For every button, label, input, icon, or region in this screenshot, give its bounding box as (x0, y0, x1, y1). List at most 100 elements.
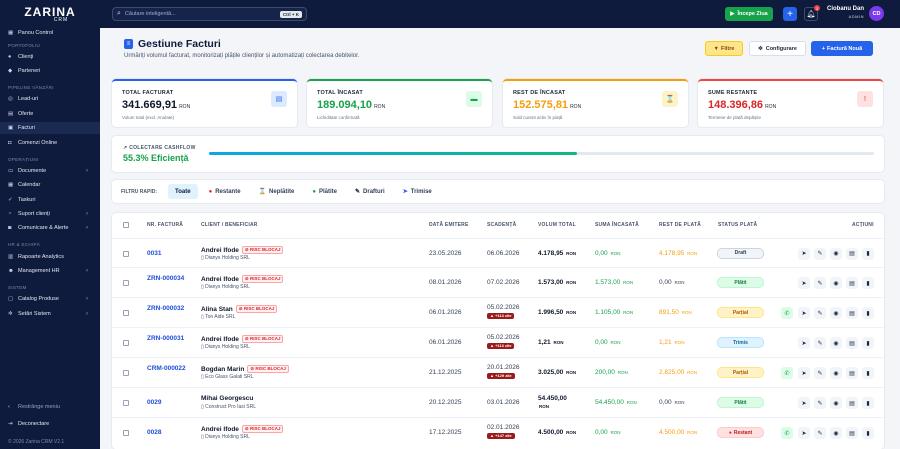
view-button[interactable]: ◉ (830, 247, 842, 260)
sidebar-item-oferte[interactable]: ▤ Oferte (0, 108, 100, 120)
configure-button[interactable]: ✲ Configurare (749, 41, 806, 56)
col-header-total[interactable]: VOLUM TOTAL (538, 222, 576, 228)
sidebar-item-setari-sistem[interactable]: ✲ Setări Sistem › (0, 308, 100, 320)
edit-button[interactable]: ✎ (814, 277, 826, 289)
view-button[interactable]: ◉ (830, 397, 842, 409)
row-checkbox[interactable] (123, 280, 129, 286)
row-checkbox[interactable] (123, 340, 129, 346)
sidebar-item-comunicare-alerte[interactable]: ◙ Comunicare & Alerte › (0, 222, 100, 234)
table-row[interactable]: ZRN-000034 Andrei Ifode ⊘ RISC BLOCAJ ▯ Dia… (112, 267, 884, 297)
pdf-button[interactable]: ▤ (846, 277, 858, 289)
pdf-button[interactable]: ▤ (846, 337, 858, 349)
sidebar-item-documente[interactable]: ▭ Documente › (0, 165, 100, 177)
pdf-button[interactable]: ▤ (846, 307, 858, 319)
whatsapp-button[interactable]: ✆ (781, 367, 793, 379)
edit-button[interactable]: ✎ (814, 367, 826, 379)
sidebar-item-panou-control[interactable]: ▦ Panou Control (0, 27, 100, 39)
col-header-paid[interactable]: SUMA ÎNCASATĂ (595, 222, 639, 228)
sidebar-item-clienti[interactable]: ● Clienți (0, 51, 100, 63)
avatar[interactable]: CD (869, 6, 884, 21)
send-button[interactable]: ➤ (798, 367, 810, 379)
pdf-button[interactable]: ▤ (846, 247, 858, 260)
invoice-number-link[interactable]: 0028 (147, 429, 187, 437)
delete-button[interactable]: ▮ (862, 307, 874, 319)
view-button[interactable]: ◉ (830, 277, 842, 289)
invoice-number-link[interactable]: 0029 (147, 399, 187, 407)
delete-button[interactable]: ▮ (862, 337, 874, 349)
invoice-number-link[interactable]: 0031 (147, 250, 187, 258)
table-row[interactable]: CRM-000022 Bogdan Marin ⊘ RISC BLOCAJ ▯ Eco… (112, 357, 884, 387)
client-name[interactable]: Andrei Ifode ⊘ RISC BLOCAJ (201, 245, 284, 254)
row-checkbox[interactable] (123, 370, 129, 376)
col-header-client[interactable]: CLIENT / BENEFICIAR (201, 222, 258, 228)
invoice-number-link[interactable]: CRM-000022 (147, 365, 187, 373)
table-row[interactable]: ZRN-000031 Andrei Ifode ⊘ RISC BLOCAJ ▯ Dia… (112, 327, 884, 357)
new-invoice-button[interactable]: + Factură Nouă (811, 41, 873, 56)
table-row[interactable]: ZRN-000032 Alina Stan ⊘ RISC BLOCAJ ▯ Ton A… (112, 297, 884, 327)
view-button[interactable]: ◉ (830, 307, 842, 319)
table-row[interactable]: 0029 Mihai Georgescu ▯ Construct Pro Iasi … (112, 387, 884, 417)
invoice-number-link[interactable]: ZRN-000034 (147, 275, 187, 283)
pdf-button[interactable]: ▤ (846, 397, 858, 409)
quick-add-button[interactable]: + (783, 7, 797, 21)
app-logo[interactable]: ZARINA CRM (0, 6, 100, 23)
filter-chip-drafturi[interactable]: ✎ Drafturi (348, 184, 392, 199)
sidebar-item-facturi[interactable]: ▣ Facturi (0, 122, 100, 134)
edit-button[interactable]: ✎ (814, 337, 826, 349)
user-menu[interactable]: Ciobanu Dan ADMIN (826, 6, 864, 19)
collapse-menu-button[interactable]: ‹ Restrânge meniu (0, 401, 100, 413)
row-checkbox[interactable] (123, 400, 129, 406)
filter-chip-nepl-tite[interactable]: ⌛ Neplătite (252, 184, 302, 199)
edit-button[interactable]: ✎ (814, 247, 826, 260)
sidebar-item-suport-clienti[interactable]: ◔ Suport clienți › (0, 208, 100, 220)
client-name[interactable]: Andrei Ifode ⊘ RISC BLOCAJ (201, 425, 284, 433)
sidebar-item-taskuri[interactable]: ✓ Taskuri (0, 194, 100, 206)
filter-chip-trimise[interactable]: ➤ Trimise (396, 184, 439, 199)
sidebar-item-parteneri[interactable]: ◆ Parteneri (0, 65, 100, 77)
send-button[interactable]: ➤ (798, 427, 810, 439)
invoice-number-link[interactable]: ZRN-000032 (147, 305, 187, 313)
filter-button[interactable]: ▼ Filtre (705, 41, 743, 56)
table-row[interactable]: 0028 Andrei Ifode ⊘ RISC BLOCAJ ▯ Dianys Ho… (112, 417, 884, 447)
sidebar-item-catalog-produse[interactable]: ▢ Catalog Produse › (0, 293, 100, 305)
delete-button[interactable]: ▮ (862, 397, 874, 409)
edit-button[interactable]: ✎ (814, 397, 826, 409)
send-button[interactable]: ➤ (798, 247, 810, 260)
client-name[interactable]: Mihai Georgescu (201, 395, 253, 402)
edit-button[interactable]: ✎ (814, 427, 826, 439)
row-checkbox[interactable] (123, 310, 129, 316)
filter-chip-restante[interactable]: ● Restante (202, 184, 248, 199)
pdf-button[interactable]: ▤ (846, 367, 858, 379)
start-day-button[interactable]: ▶ Începe Ziua (725, 7, 773, 21)
delete-button[interactable]: ▮ (862, 277, 874, 289)
select-all-checkbox[interactable] (123, 222, 129, 228)
sidebar-item-comenzi-online[interactable]: ◘ Comenzi Online (0, 137, 100, 149)
client-name[interactable]: Andrei Ifode ⊘ RISC BLOCAJ (201, 275, 284, 283)
whatsapp-button[interactable]: ✆ (781, 427, 793, 439)
send-button[interactable]: ➤ (798, 307, 810, 319)
col-header-nr[interactable]: NR. FACTURĂ (147, 222, 183, 228)
sidebar-item-management-hr[interactable]: ☻ Management HR › (0, 265, 100, 277)
filter-chip-toate[interactable]: Toate (168, 184, 198, 199)
pdf-button[interactable]: ▤ (846, 427, 858, 439)
client-name[interactable]: Bogdan Marin ⊘ RISC BLOCAJ (201, 365, 289, 373)
search-input[interactable]: ⌕ Căutare inteligentă... Ctrl + K (112, 7, 307, 21)
row-checkbox[interactable] (123, 430, 129, 436)
delete-button[interactable]: ▮ (862, 427, 874, 439)
col-header-issued[interactable]: DATĂ EMITERE (429, 222, 469, 228)
filter-chip-pl-tite[interactable]: ● Plătite (305, 184, 344, 199)
client-name[interactable]: Alina Stan ⊘ RISC BLOCAJ (201, 305, 278, 313)
send-button[interactable]: ➤ (798, 397, 810, 409)
client-name[interactable]: Andrei Ifode ⊘ RISC BLOCAJ (201, 335, 284, 343)
sidebar-item-calendar[interactable]: ▦ Calendar (0, 179, 100, 191)
table-row[interactable]: 0031 Andrei Ifode ⊘ RISC BLOCAJ ▯ Dianys Ho… (112, 238, 884, 267)
view-button[interactable]: ◉ (830, 367, 842, 379)
sidebar-item-lead-uri[interactable]: ◎ Lead-uri (0, 93, 100, 105)
col-header-rest[interactable]: REST DE PLATĂ (659, 222, 701, 228)
delete-button[interactable]: ▮ (862, 367, 874, 379)
col-header-status[interactable]: STATUS PLATĂ (718, 222, 757, 228)
col-header-due[interactable]: SCADENȚĂ (487, 222, 516, 228)
whatsapp-button[interactable]: ✆ (781, 307, 793, 319)
view-button[interactable]: ◉ (830, 337, 842, 349)
row-checkbox[interactable] (123, 250, 129, 257)
